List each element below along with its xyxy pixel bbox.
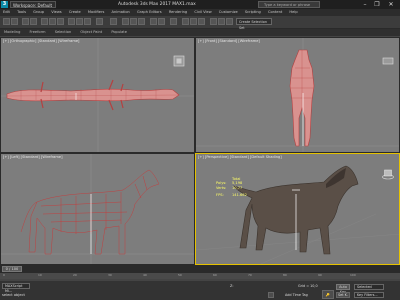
grid-label: Grid = 10,0: [298, 284, 318, 288]
menu-modifiers[interactable]: Modifiers: [85, 9, 107, 16]
tick-label: 80: [283, 273, 287, 277]
tab-populate[interactable]: Populate: [107, 29, 131, 36]
key-mode-dropdown[interactable]: Selected: [354, 284, 384, 290]
close-button[interactable]: ✕: [386, 0, 396, 9]
render-frame-icon[interactable]: [218, 18, 225, 25]
unlink-icon[interactable]: [30, 18, 37, 25]
move-icon[interactable]: [68, 18, 75, 25]
viewport-left[interactable]: [+] [Left] [Standard] [Wireframe]: [0, 153, 195, 265]
selection-set-dropdown[interactable]: Create Selection Set: [236, 18, 272, 30]
tick-label: 50: [178, 273, 182, 277]
tick-label: 0: [3, 273, 5, 277]
menu-rendering[interactable]: Rendering: [166, 9, 190, 16]
fps-label: FPS:: [216, 193, 224, 198]
tick-label: 60: [213, 273, 217, 277]
viewport-perspective[interactable]: [+] [Perspective] [Standard] [Default Sh…: [195, 153, 400, 265]
add-time-tag[interactable]: Add Time Tag: [285, 293, 308, 297]
menu-customize[interactable]: Customize: [216, 9, 241, 16]
tick-label: 30: [108, 273, 112, 277]
viewcube-icon[interactable]: [382, 55, 394, 67]
key-filters-button[interactable]: Key Filters...: [354, 292, 384, 298]
mirror-icon[interactable]: [150, 18, 157, 25]
status-prompt: select object: [2, 293, 25, 297]
align-icon[interactable]: [158, 18, 165, 25]
lock-icon[interactable]: [268, 292, 274, 298]
select-by-name-icon[interactable]: [49, 18, 56, 25]
menu-graph-editors[interactable]: Graph Editors: [134, 9, 165, 16]
layer-icon[interactable]: [170, 18, 177, 25]
horse-left-wireframe: [1, 154, 194, 264]
set-key-button[interactable]: Set K.: [336, 292, 350, 298]
render-setup-icon[interactable]: [210, 18, 217, 25]
menu-animation[interactable]: Animation: [108, 9, 132, 16]
verts-value: 10,77: [232, 185, 243, 190]
menu-create[interactable]: Create: [66, 9, 84, 16]
tab-modeling[interactable]: Modeling: [0, 29, 24, 36]
render-icon[interactable]: [226, 18, 233, 25]
rect-select-icon[interactable]: [57, 18, 64, 25]
track-bar[interactable]: 0 10 20 30 40 50 60 70 80 90 100: [0, 273, 400, 279]
menu-bar: Edit Tools Group Views Create Modifiers …: [0, 9, 400, 16]
tick-label: 20: [73, 273, 77, 277]
link-icon[interactable]: [22, 18, 29, 25]
menu-help[interactable]: Help: [286, 9, 300, 16]
snap-icon[interactable]: [122, 18, 129, 25]
horse-perspective-shaded: [196, 165, 399, 264]
tab-selection[interactable]: Selection: [51, 29, 76, 36]
material-editor-icon[interactable]: [198, 18, 205, 25]
menu-edit[interactable]: Edit: [0, 9, 13, 16]
search-input[interactable]: Type a keyword or phrase: [258, 1, 320, 8]
window-title: Autodesk 3ds Max 2017 MAX1.max: [118, 2, 196, 7]
time-slider-handle[interactable]: 0 / 100: [2, 266, 22, 272]
tab-object-paint[interactable]: Object Paint: [76, 29, 106, 36]
time-slider[interactable]: 0 / 100: [0, 265, 400, 273]
percent-snap-icon[interactable]: [138, 18, 145, 25]
tick-label: 100: [350, 273, 356, 277]
set-key-icon[interactable]: 🔑: [322, 290, 334, 299]
schematic-icon[interactable]: [190, 18, 197, 25]
tab-freeform[interactable]: Freeform: [26, 29, 50, 36]
horse-front-wireframe: [196, 38, 399, 152]
app-logo-icon[interactable]: 3: [1, 1, 8, 8]
menu-tools[interactable]: Tools: [14, 9, 29, 16]
tick-label: 10: [38, 273, 42, 277]
minimize-button[interactable]: –: [360, 0, 370, 9]
tick-label: 40: [143, 273, 147, 277]
tick-label: 90: [318, 273, 322, 277]
auto-key-button[interactable]: Auto Key: [336, 284, 350, 294]
menu-group[interactable]: Group: [30, 9, 47, 16]
maxscript-listener[interactable]: MAXScript Mi...: [2, 283, 30, 293]
undo-icon[interactable]: [3, 18, 10, 25]
maximize-button[interactable]: ❐: [372, 0, 382, 9]
z-label: Z:: [230, 284, 234, 288]
polys-label: Polys:: [216, 181, 227, 186]
stats-overlay: Total Polys: 5,198 Verts: 10,77 FPS: 141.66…: [216, 177, 247, 198]
scale-icon[interactable]: [84, 18, 91, 25]
viewport-front[interactable]: [+] [Front] [Standard] [Wireframe]: [195, 37, 400, 153]
horse-top-wireframe: [1, 38, 194, 152]
tick-label: 70: [248, 273, 252, 277]
verts-label: Verts:: [216, 185, 227, 190]
redo-icon[interactable]: [11, 18, 18, 25]
workspace-selector[interactable]: Workspace: Default: [10, 1, 56, 8]
viewcube-icon[interactable]: [382, 168, 394, 180]
viewcube-icon[interactable]: [173, 55, 185, 67]
ribbon-tabs: Modeling Freeform Selection Object Paint…: [0, 29, 400, 36]
select-icon[interactable]: [41, 18, 48, 25]
reference-coord-icon[interactable]: [96, 18, 103, 25]
menu-content[interactable]: Content: [265, 9, 285, 16]
pivot-icon[interactable]: [110, 18, 117, 25]
angle-snap-icon[interactable]: [130, 18, 137, 25]
main-toolbar: Create Selection Set: [0, 16, 400, 30]
menu-civil-view[interactable]: Civil View: [191, 9, 214, 16]
rotate-icon[interactable]: [76, 18, 83, 25]
curve-editor-icon[interactable]: [182, 18, 189, 25]
menu-scripting[interactable]: Scripting: [242, 9, 264, 16]
title-bar: 3 Workspace: Default Autodesk 3ds Max 20…: [0, 0, 400, 9]
menu-views[interactable]: Views: [48, 9, 64, 16]
viewport-top[interactable]: [+] [Orthographic] [Standard] [Wireframe…: [0, 37, 195, 153]
fps-value: 141.662: [232, 193, 247, 198]
